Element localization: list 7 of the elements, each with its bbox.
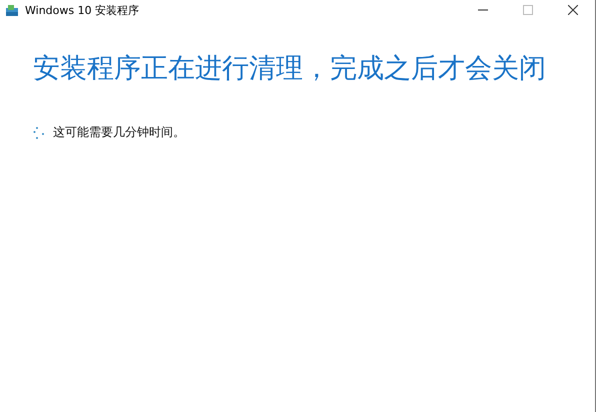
maximize-icon	[522, 5, 532, 15]
setup-icon	[5, 4, 19, 16]
spinner-icon	[33, 126, 45, 140]
close-icon	[568, 5, 578, 15]
window-title: Windows 10 安装程序	[25, 2, 140, 18]
status-text: 这可能需要几分钟时间。	[53, 124, 185, 141]
heading: 安装程序正在进行清理，完成之后才会关闭	[33, 52, 547, 86]
